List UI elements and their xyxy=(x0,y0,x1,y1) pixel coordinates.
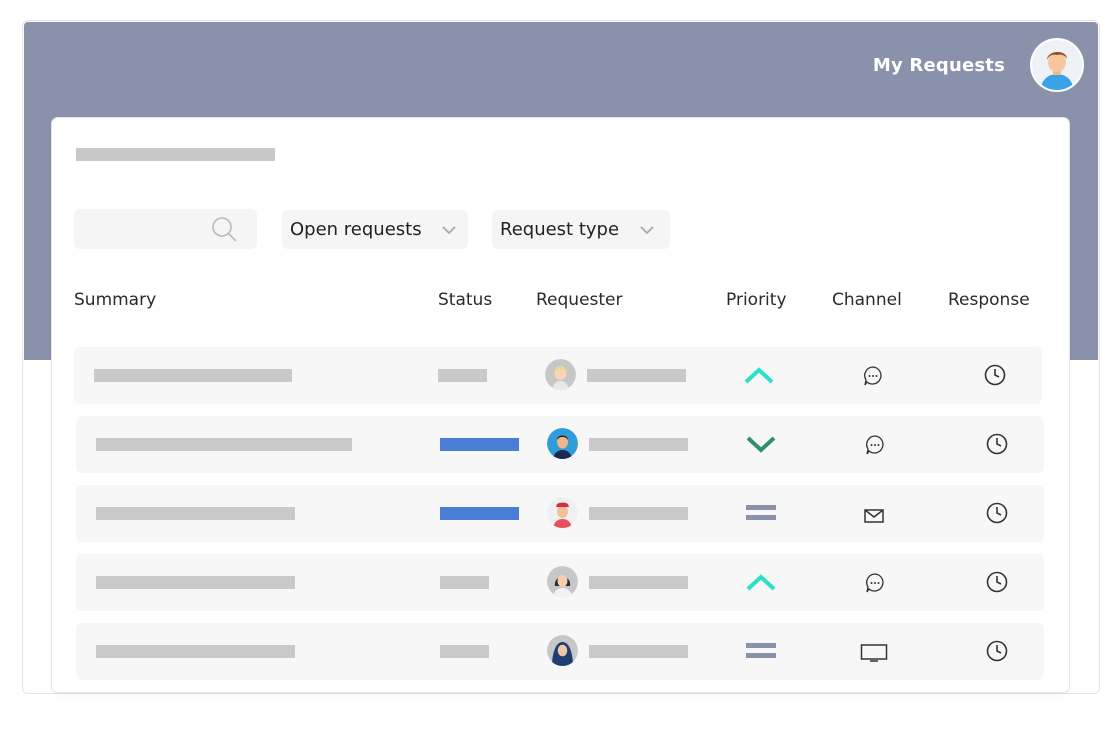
table-row[interactable] xyxy=(76,554,1044,611)
chat-icon xyxy=(864,366,882,386)
search-icon xyxy=(212,217,237,242)
request-type-dropdown[interactable]: Request type xyxy=(492,210,670,249)
email-icon xyxy=(864,509,884,523)
search-input[interactable] xyxy=(74,209,257,249)
requests-panel: Open requests Request type Summary Statu… xyxy=(52,118,1069,692)
priority-low-icon xyxy=(746,436,776,453)
status-bar-blue xyxy=(440,438,519,451)
table-row[interactable] xyxy=(74,347,1042,404)
chevron-down-icon xyxy=(640,226,654,235)
clock-icon xyxy=(986,640,1008,662)
table-row[interactable] xyxy=(76,623,1044,680)
chevron-down-icon xyxy=(442,226,456,235)
priority-high-icon xyxy=(746,574,776,591)
user-avatar-icon[interactable] xyxy=(1032,40,1082,90)
requester-name-placeholder xyxy=(587,369,686,382)
clock-icon xyxy=(986,433,1008,455)
monitor-icon xyxy=(860,644,888,662)
clock-icon xyxy=(986,571,1008,593)
priority-high-icon xyxy=(744,367,774,384)
status-placeholder xyxy=(438,369,487,382)
requester-name-placeholder xyxy=(589,438,688,451)
table-row[interactable] xyxy=(76,416,1044,473)
priority-medium-icon xyxy=(746,505,776,520)
table-row[interactable] xyxy=(76,485,1044,542)
requester-avatar xyxy=(547,635,578,666)
clock-icon xyxy=(986,502,1008,524)
column-header-summary[interactable]: Summary xyxy=(74,290,156,310)
page-title: My Requests xyxy=(872,55,1005,76)
requester-avatar xyxy=(545,359,576,390)
column-header-requester[interactable]: Requester xyxy=(536,290,623,310)
request-type-label: Request type xyxy=(500,219,620,240)
requester-name-placeholder xyxy=(589,645,688,658)
priority-medium-icon xyxy=(746,643,776,658)
chat-icon xyxy=(866,573,884,593)
status-placeholder xyxy=(440,576,489,589)
chat-icon xyxy=(866,435,884,455)
summary-placeholder xyxy=(96,576,295,589)
open-requests-label: Open requests xyxy=(290,219,422,240)
requester-avatar xyxy=(547,428,578,459)
summary-placeholder xyxy=(96,507,295,520)
column-header-channel[interactable]: Channel xyxy=(832,290,902,310)
requester-name-placeholder xyxy=(589,507,688,520)
clock-icon xyxy=(984,364,1006,386)
open-requests-dropdown[interactable]: Open requests xyxy=(282,210,468,249)
summary-placeholder xyxy=(96,645,295,658)
column-header-priority[interactable]: Priority xyxy=(726,290,787,310)
summary-placeholder xyxy=(96,438,352,451)
requester-avatar xyxy=(547,497,578,528)
status-bar-blue xyxy=(440,507,519,520)
column-header-status[interactable]: Status xyxy=(438,290,492,310)
column-header-response[interactable]: Response xyxy=(948,290,1030,310)
requester-avatar xyxy=(547,566,578,597)
summary-placeholder xyxy=(94,369,292,382)
status-placeholder xyxy=(440,645,489,658)
requester-name-placeholder xyxy=(589,576,688,589)
panel-title-placeholder xyxy=(76,148,275,161)
